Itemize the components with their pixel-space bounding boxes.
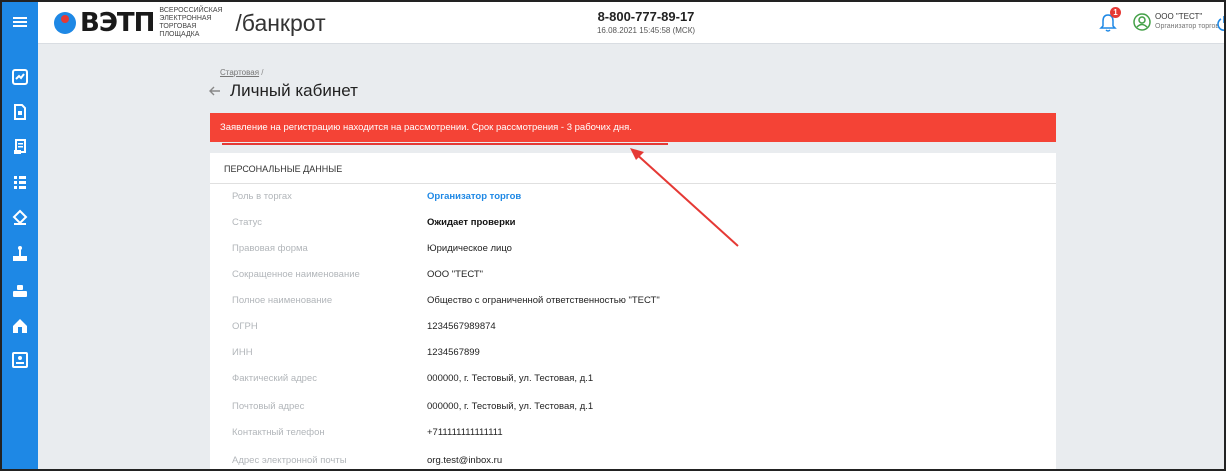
row-value: 1234567989874: [427, 321, 496, 332]
data-row-role: Роль в торгах Организатор торгов: [210, 191, 1056, 205]
row-value: 000000, г. Тестовый, ул. Тестовая, д.1: [427, 373, 594, 384]
row-value-link[interactable]: Организатор торгов: [427, 191, 521, 202]
row-label: Почтовый адрес: [232, 401, 305, 412]
personal-data-card: ПЕРСОНАЛЬНЫЕ ДАННЫЕ Роль в торгах Органи…: [210, 153, 1056, 469]
server-datetime: 16.08.2021 15:45:58 (МСК): [596, 26, 696, 35]
logo-name: ВЭТП: [80, 8, 155, 38]
home-icon[interactable]: [10, 316, 30, 336]
power-icon[interactable]: [1216, 15, 1226, 31]
row-label: ОГРН: [232, 321, 258, 332]
row-label: Контактный телефон: [232, 427, 325, 438]
row-label: Полное наименование: [232, 295, 333, 306]
data-row-postal-address: Почтовый адрес 000000, г. Тестовый, ул. …: [210, 401, 1056, 415]
row-value: +711111111111111: [427, 427, 503, 438]
data-row-legal-form: Правовая форма Юридическое лицо: [210, 243, 1056, 257]
breadcrumb-home-link[interactable]: Стартовая: [220, 68, 259, 77]
data-row-short-name: Сокращенное наименование ООО "ТЕСТ": [210, 269, 1056, 283]
page-title-text: Личный кабинет: [230, 81, 358, 100]
breadcrumb-separator: /: [261, 68, 264, 77]
row-value: Ожидает проверки: [427, 217, 516, 228]
user-name: ООО "ТЕСТ": [1155, 12, 1203, 21]
row-label: Правовая форма: [232, 243, 308, 254]
row-value: 000000, г. Тестовый, ул. Тестовая, д.1: [427, 401, 594, 412]
row-label: Адрес электронной почты: [232, 455, 347, 466]
auction-icon[interactable]: [10, 244, 30, 264]
notification-badge: 1: [1110, 7, 1121, 18]
contact-card-icon[interactable]: [10, 350, 30, 370]
top-header: ВЭТП ВСЕРОССИЙСКАЯ ЭЛЕКТРОННАЯ ТОРГОВАЯ …: [38, 2, 1224, 44]
row-label: ИНН: [232, 347, 253, 358]
section-name: /банкрот: [235, 10, 326, 36]
user-role: Организатор торгов: [1155, 23, 1220, 30]
logo-subtitle-line: ТОРГОВАЯ ПЛОЩАДКА: [159, 23, 200, 38]
app-window: ВЭТП ВСЕРОССИЙСКАЯ ЭЛЕКТРОННАЯ ТОРГОВАЯ …: [0, 0, 1226, 471]
data-row-status: Статус Ожидает проверки: [210, 217, 1056, 231]
contact-block: 8-800-777-89-17 16.08.2021 15:45:58 (МСК…: [576, 9, 716, 35]
list-icon[interactable]: [10, 172, 30, 192]
row-value: 1234567899: [427, 347, 480, 358]
hammer-icon[interactable]: [10, 280, 30, 300]
logo-subtitle-line: ЭЛЕКТРОННАЯ: [159, 15, 212, 22]
data-row-ogrn: ОГРН 1234567989874: [210, 321, 1056, 335]
logo[interactable]: ВЭТП ВСЕРОССИЙСКАЯ ЭЛЕКТРОННАЯ ТОРГОВАЯ …: [54, 7, 326, 39]
user-icon: [1133, 12, 1151, 31]
row-value: org.test@inbox.ru: [427, 455, 503, 466]
logo-icon: [54, 12, 76, 34]
logo-subtitle-line: ВСЕРОССИЙСКАЯ: [159, 7, 223, 14]
alert-annotation-underline: [222, 143, 668, 145]
sidebar: [2, 2, 38, 469]
data-row-full-name: Полное наименование Общество с ограничен…: [210, 295, 1056, 309]
logo-subtitle: ВСЕРОССИЙСКАЯ ЭЛЕКТРОННАЯ ТОРГОВАЯ ПЛОЩА…: [159, 7, 229, 39]
row-label: Роль в торгах: [232, 191, 292, 202]
data-row-actual-address: Фактический адрес 000000, г. Тестовый, у…: [210, 373, 1056, 387]
data-row-inn: ИНН 1234567899: [210, 347, 1056, 361]
row-value: Юридическое лицо: [427, 243, 512, 254]
user-menu[interactable]: ООО "ТЕСТ" Организатор торгов: [1133, 12, 1219, 31]
card-title: ПЕРСОНАЛЬНЫЕ ДАННЫЕ: [210, 153, 1056, 184]
status-alert: Заявление на регистрацию находится на ра…: [210, 113, 1056, 142]
row-label: Статус: [232, 217, 263, 228]
row-label: Сокращенное наименование: [232, 269, 360, 280]
phone-number: 8-800-777-89-17: [597, 9, 695, 24]
gavel-icon[interactable]: [10, 208, 30, 228]
dashboard-icon[interactable]: [10, 67, 30, 87]
back-arrow-icon[interactable]: [208, 84, 222, 98]
data-row-email: Адрес электронной почты org.test@inbox.r…: [210, 455, 1056, 469]
row-value: ООО "ТЕСТ": [427, 269, 484, 280]
page-title: Личный кабинет: [208, 81, 358, 101]
menu-icon[interactable]: [10, 12, 30, 32]
data-row-phone: Контактный телефон +711111111111111: [210, 427, 1056, 441]
row-value: Общество с ограниченной ответственностью…: [427, 295, 660, 306]
document-icon[interactable]: [10, 102, 30, 122]
breadcrumb: Стартовая /: [220, 68, 264, 77]
row-label: Фактический адрес: [232, 373, 317, 384]
scroll-icon[interactable]: [10, 137, 30, 157]
